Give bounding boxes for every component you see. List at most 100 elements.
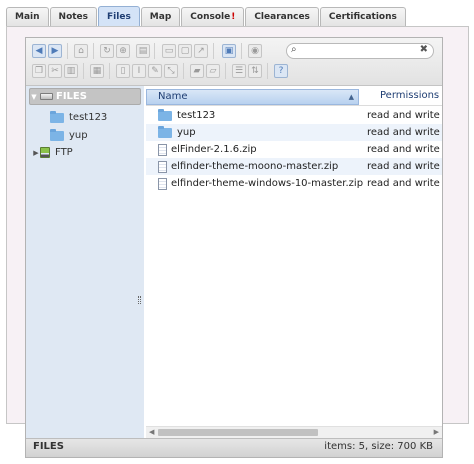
reload-icon[interactable]: ↻ (100, 44, 114, 58)
tab-certifications[interactable]: Certifications (319, 7, 406, 26)
file-row[interactable]: yup read and write (146, 124, 442, 141)
tree-item-ftp[interactable]: ▶ FTP (32, 144, 73, 161)
sort-asc-icon: ▲ (348, 93, 354, 101)
archive-icon[interactable]: ▰ (190, 64, 204, 78)
file-row[interactable]: elfinder-theme-windows-10-master.zip rea… (146, 175, 442, 192)
zip-file-icon (158, 160, 167, 173)
tree-item-label: FTP (55, 147, 73, 158)
scrollbar-thumb[interactable] (158, 429, 318, 436)
column-name-label: Name (158, 91, 188, 102)
rename-icon[interactable]: ▯ (116, 64, 130, 78)
file-permissions: read and write (367, 161, 440, 172)
tab-label: Map (149, 12, 172, 22)
view-icon[interactable]: ☰ (232, 64, 246, 78)
tree-item-yup[interactable]: yup (50, 127, 88, 144)
collapse-arrow-icon[interactable]: ▼ (30, 93, 38, 101)
folder-icon (50, 128, 64, 141)
sort-icon[interactable]: ⇅ (248, 64, 262, 78)
column-permissions-label: Permissions (380, 90, 440, 101)
duplicate-icon[interactable]: ▦ (90, 64, 104, 78)
tab-bar: Main Notes Files Map Console! Clearances… (6, 6, 407, 26)
extract-icon[interactable]: ▱ (206, 64, 220, 78)
edit-icon[interactable]: ✎ (148, 64, 162, 78)
paste-icon[interactable]: ▥ (64, 64, 78, 78)
search-box[interactable]: ⌕ ✖ (286, 43, 434, 59)
toolbar-separator (213, 43, 214, 59)
upload-icon[interactable]: ▤ (136, 44, 150, 58)
toolbar-separator (109, 63, 110, 79)
tab-label: Console (190, 12, 231, 22)
mkfile-icon[interactable]: ▢ (178, 44, 192, 58)
tree-item-label: test123 (69, 112, 108, 123)
quicklook-icon[interactable]: ◉ (248, 44, 262, 58)
toolbar-separator (154, 43, 155, 59)
toolbar-separator (67, 43, 68, 59)
forward-icon[interactable]: ▶ (48, 44, 62, 58)
file-manager: ◀ ▶ ⌂ ↻ ⊕ ▤ ▭ ▢ ↗ ▣ ◉ ⌕ ✖ ❐ ✂ ▥ ▦ ▯ I ✎ … (25, 37, 443, 458)
tree-item-test123[interactable]: test123 (50, 109, 107, 126)
info-icon[interactable]: I (132, 64, 146, 78)
navbar-tree: ▼ FILES test123 yup ▶ FTP (26, 86, 144, 438)
download-icon[interactable]: ▣ (222, 44, 236, 58)
toolbar-separator (267, 63, 268, 79)
mkdir-icon[interactable]: ▭ (162, 44, 176, 58)
tab-label: Notes (58, 12, 89, 22)
zip-file-icon (158, 177, 167, 190)
horizontal-scrollbar[interactable]: ◀ ▶ (146, 426, 442, 438)
file-name: elfinder-theme-moono-master.zip (171, 161, 339, 172)
search-icon: ⌕ (291, 44, 297, 55)
list-header: Name ▲ Permissions (146, 89, 442, 106)
search-input[interactable] (303, 45, 413, 57)
clear-icon[interactable]: ✖ (420, 44, 428, 55)
tab-main[interactable]: Main (6, 7, 49, 26)
netmount-icon[interactable]: ⊕ (116, 44, 130, 58)
toolbar-separator (83, 63, 84, 79)
file-row[interactable]: test123 read and write (146, 107, 442, 124)
folder-icon (50, 110, 64, 123)
tab-label: Certifications (328, 12, 397, 22)
folder-icon (158, 125, 172, 138)
tab-label: Files (107, 11, 131, 22)
cut-icon[interactable]: ✂ (48, 64, 62, 78)
tab-clearances[interactable]: Clearances (245, 7, 319, 26)
tab-label: Clearances (254, 12, 310, 22)
help-icon[interactable]: ? (274, 64, 288, 78)
toolbar-separator (93, 43, 94, 59)
tab-console[interactable]: Console! (181, 7, 245, 26)
status-info: items: 5, size: 700 KB (324, 441, 433, 452)
network-drive-icon (40, 147, 50, 158)
home-icon[interactable]: ⌂ (74, 44, 88, 58)
scroll-right-icon[interactable]: ▶ (434, 427, 439, 438)
status-bar: FILES items: 5, size: 700 KB (26, 438, 442, 457)
open-icon[interactable]: ↗ (194, 44, 208, 58)
toolbar-separator (241, 43, 242, 59)
status-path: FILES (33, 441, 64, 452)
tree-root-label: FILES (56, 91, 87, 102)
copy-icon[interactable]: ❐ (32, 64, 46, 78)
column-name[interactable]: Name ▲ (146, 89, 359, 105)
file-permissions: read and write (367, 178, 440, 189)
file-permissions: read and write (367, 110, 440, 121)
scroll-left-icon[interactable]: ◀ (149, 427, 154, 438)
toolbar-separator (225, 63, 226, 79)
file-name: yup (177, 127, 196, 138)
tree-item-label: yup (69, 130, 88, 141)
alert-badge: ! (231, 12, 236, 22)
file-row[interactable]: elFinder-2.1.6.zip read and write (146, 141, 442, 158)
tab-label: Main (15, 12, 40, 22)
expand-arrow-icon[interactable]: ▶ (32, 149, 40, 157)
file-permissions: read and write (367, 144, 440, 155)
tab-map[interactable]: Map (140, 7, 181, 26)
file-name: test123 (177, 110, 216, 121)
tab-files[interactable]: Files (98, 6, 140, 26)
column-permissions[interactable]: Permissions (362, 89, 442, 105)
tab-notes[interactable]: Notes (49, 7, 98, 26)
file-row[interactable]: elfinder-theme-moono-master.zip read and… (146, 158, 442, 175)
resize-icon[interactable]: ⤡ (164, 64, 178, 78)
file-permissions: read and write (367, 127, 440, 138)
tree-root-files[interactable]: ▼ FILES (29, 88, 141, 105)
file-name: elFinder-2.1.6.zip (171, 144, 257, 155)
resize-handle[interactable] (138, 296, 141, 304)
zip-file-icon (158, 143, 167, 156)
back-icon[interactable]: ◀ (32, 44, 46, 58)
